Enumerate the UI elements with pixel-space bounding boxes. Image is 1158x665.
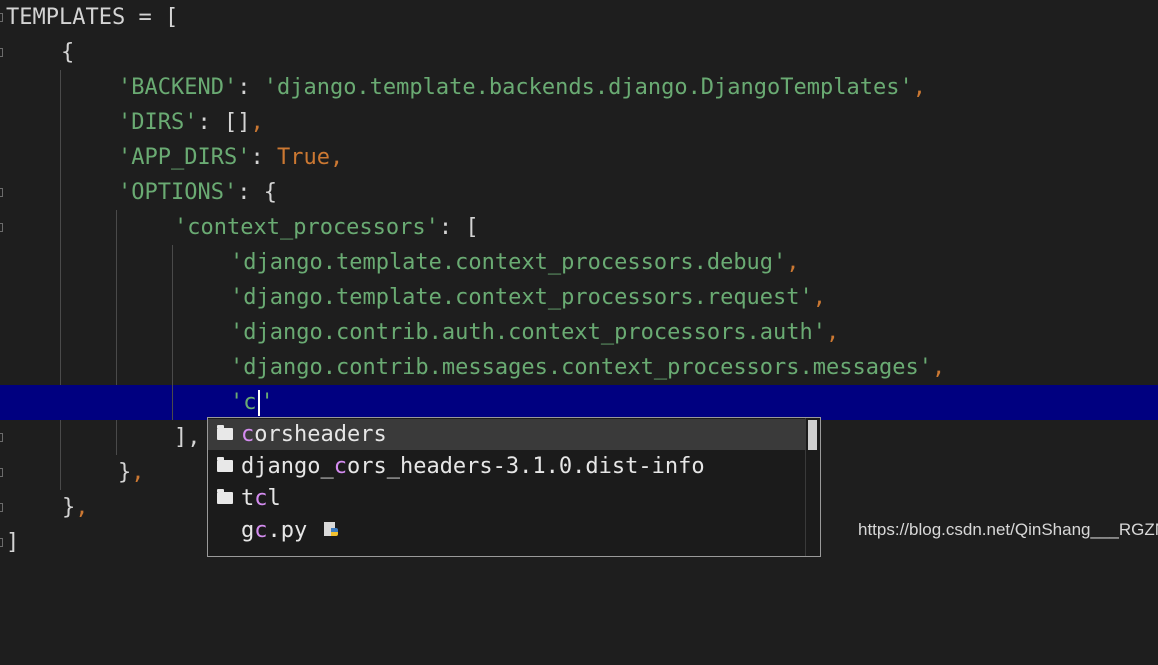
autocomplete-item[interactable]: gc.py [208,515,806,546]
code-text: ] [6,530,20,555]
separator: : [197,110,224,135]
code-editor[interactable]: TEMPLATES = [ { 'BACKEND': 'django.templ… [0,0,1158,557]
item-rest: orsheaders [254,422,387,447]
fold-marker-icon[interactable] [0,48,3,57]
item-prefix: django_ [241,454,334,479]
code-line[interactable]: 'django.template.context_processors.debu… [0,245,1158,280]
code-line[interactable]: 'APP_DIRS': True, [0,140,1158,175]
folder-icon [217,425,233,440]
fold-marker-icon[interactable] [0,13,3,22]
fold-marker-icon[interactable] [0,468,3,477]
popup-scrollbar[interactable] [805,418,820,556]
code-text: ], [174,425,201,450]
item-match: c [254,518,268,543]
comma: , [912,75,926,100]
autocomplete-item[interactable]: tcl [208,483,806,514]
code-text: TEMPLATES = [ [6,5,179,30]
code-text: } [118,460,132,485]
item-match: c [241,422,255,447]
code-line[interactable]: TEMPLATES = [ [0,0,1158,35]
separator: : [237,75,264,100]
code-line[interactable]: 'context_processors': [ [0,210,1158,245]
fold-marker-icon[interactable] [0,223,3,232]
item-match: c [254,486,268,511]
closing-quote: ' [260,390,274,415]
item-prefix: g [241,518,255,543]
list-value: 'django.contrib.auth.context_processors.… [230,320,827,345]
dict-value: True [276,145,330,170]
dict-key: 'APP_DIRS' [118,145,251,170]
dict-value: [] [223,110,251,135]
autocomplete-popup[interactable]: corsheaders django_cors_headers-3.1.0.di… [207,417,821,557]
fold-marker-icon[interactable] [0,538,3,547]
list-value: 'django.contrib.messages.context_process… [230,355,932,380]
item-rest: l [267,486,281,511]
scrollbar-thumb[interactable] [808,420,817,450]
item-rest: .py [267,518,308,543]
fold-marker-icon[interactable] [0,503,3,512]
code-line[interactable]: 'django.contrib.auth.context_processors.… [0,315,1158,350]
dict-value: { [263,180,277,205]
code-line[interactable]: 'BACKEND': 'django.template.backends.dja… [0,70,1158,105]
comma: , [329,145,344,170]
fold-marker-icon[interactable] [0,433,3,442]
folder-icon [217,457,233,472]
comma: , [75,495,89,520]
autocomplete-item[interactable]: corsheaders [208,419,806,450]
dict-key: 'BACKEND' [118,75,238,100]
watermark-text: https://blog.csdn.net/QinShang___RGZN [858,520,1158,539]
comma: , [812,285,827,310]
item-match: c [333,454,347,479]
list-value: 'django.template.context_processors.requ… [230,285,813,310]
code-line[interactable]: 'OPTIONS': { [0,175,1158,210]
code-line[interactable]: 'DIRS': [], [0,105,1158,140]
list-value: 'django.template.context_processors.debu… [230,250,787,275]
autocomplete-item[interactable]: django_cors_headers-3.1.0.dist-info [208,451,806,482]
item-prefix: t [241,486,255,511]
fold-marker-icon[interactable] [0,188,3,197]
dict-key: 'context_processors' [174,215,439,240]
separator: : [250,145,277,170]
current-code-line[interactable]: 'c ' [0,385,1158,420]
dict-key: 'OPTIONS' [118,180,238,205]
separator: : [438,215,466,240]
comma: , [786,250,800,275]
comma: , [932,355,946,380]
code-line[interactable]: 'django.contrib.messages.context_process… [0,350,1158,385]
dict-key: 'DIRS' [118,110,198,135]
separator: : [237,180,264,205]
item-rest: ors_headers-3.1.0.dist-info [346,454,705,479]
dict-value: 'django.template.backends.django.DjangoT… [263,75,913,100]
comma: , [250,110,264,135]
code-text: } [62,495,76,520]
text-caret [257,390,260,416]
code-text: { [61,40,75,65]
folder-icon [217,489,233,504]
comma: , [131,460,145,485]
code-line[interactable]: 'django.template.context_processors.requ… [0,280,1158,315]
python-file-icon [323,522,338,536]
indent-guide [172,385,173,420]
comma: , [826,320,840,345]
code-line[interactable]: { [0,35,1158,70]
dict-value: [ [465,215,479,240]
typed-text: 'c [230,390,257,415]
